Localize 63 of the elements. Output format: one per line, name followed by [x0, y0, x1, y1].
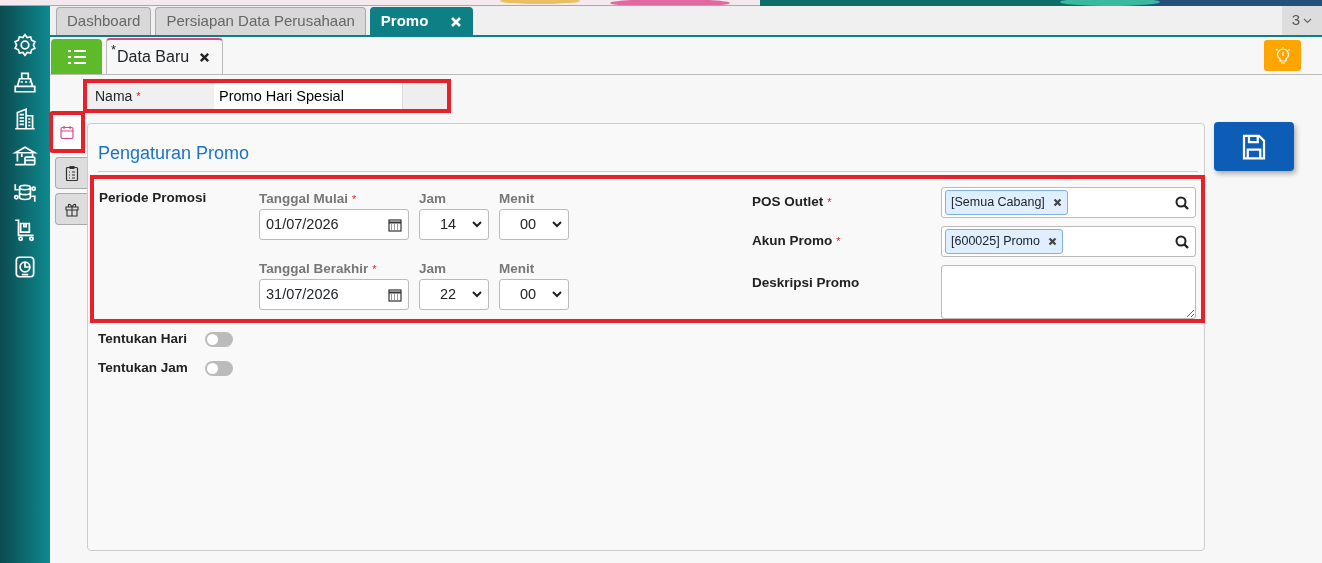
lookup-field[interactable]: [Semua Cabang]: [941, 187, 1196, 218]
chevron-down-icon: [472, 291, 482, 298]
selected-tag[interactable]: [600025] Promo: [945, 229, 1063, 254]
side-tab[interactable]: [55, 157, 87, 189]
hour-select[interactable]: 22: [419, 279, 489, 310]
description-field[interactable]: [941, 265, 1196, 319]
required-mark: *: [372, 263, 377, 275]
close-icon[interactable]: [199, 51, 211, 63]
side-tab[interactable]: [49, 111, 85, 153]
field-label: Menit: [499, 261, 535, 276]
chevron-down-icon: [1303, 17, 1313, 24]
search-icon[interactable]: [1175, 234, 1189, 249]
required-mark: *: [827, 195, 832, 211]
name-input[interactable]: Promo Hari Spesial: [214, 83, 402, 109]
field-label: POS Outlet: [752, 193, 824, 212]
lookup-field[interactable]: [600025] Promo: [941, 226, 1196, 257]
calendar-icon: [59, 123, 75, 141]
chevron-down-icon: [472, 221, 482, 228]
close-icon[interactable]: [1052, 198, 1062, 207]
field-label: Tanggal Berakhir: [259, 261, 369, 276]
field-label: Nama: [95, 86, 133, 106]
required-mark: *: [136, 88, 141, 104]
chevron-down-icon: [552, 291, 562, 298]
clipboard-icon: [63, 164, 80, 182]
toggle-switch[interactable]: [205, 332, 233, 347]
hour-select[interactable]: 14: [419, 209, 489, 240]
toggle-label: Tentukan Hari: [98, 330, 188, 349]
building-icon[interactable]: [12, 106, 38, 132]
lightbulb-icon: [1274, 46, 1291, 65]
calendar-icon[interactable]: [388, 217, 402, 232]
required-mark: *: [836, 234, 841, 250]
list-icon: [66, 48, 87, 65]
date-field[interactable]: 31/07/2026: [259, 279, 409, 310]
toggle-label: Tentukan Jam: [98, 359, 189, 378]
field-label: Menit: [499, 191, 535, 206]
input-addon: [402, 83, 447, 109]
tab[interactable]: Promo: [369, 7, 474, 35]
selected-tag[interactable]: [Semua Cabang]: [945, 190, 1068, 215]
field-label: Deskripsi Promo: [752, 274, 860, 292]
tab[interactable]: Persiapan Data Perusahaan: [155, 7, 366, 35]
close-icon[interactable]: [1047, 237, 1057, 246]
minute-select[interactable]: 00: [499, 209, 569, 240]
date-field[interactable]: 01/07/2026: [259, 209, 409, 240]
tab-count-dropdown[interactable]: 3: [1282, 6, 1322, 35]
search-icon[interactable]: [1175, 195, 1189, 210]
field-label: Tanggal Mulai: [259, 191, 348, 206]
field-label: Jam: [419, 261, 447, 276]
chart-icon[interactable]: [12, 254, 38, 280]
document-tab[interactable]: $^{*}$Data Baru: [106, 38, 224, 74]
section-title: Pengaturan Promo: [98, 140, 1198, 172]
side-tab[interactable]: [55, 193, 87, 225]
calendar-icon[interactable]: [388, 287, 402, 302]
minute-select[interactable]: 00: [499, 279, 569, 310]
required-mark: *: [351, 193, 357, 205]
field-label: Periode Promosi: [99, 190, 207, 205]
cash-register-icon[interactable]: [12, 69, 38, 95]
settings-icon[interactable]: [12, 32, 38, 58]
save-button[interactable]: [1214, 122, 1294, 171]
chevron-down-icon: [552, 221, 562, 228]
tab[interactable]: Dashboard: [56, 7, 152, 35]
field-label: Akun Promo: [752, 232, 833, 251]
toggle-switch[interactable]: [205, 361, 233, 376]
field-label: Jam: [419, 191, 447, 206]
